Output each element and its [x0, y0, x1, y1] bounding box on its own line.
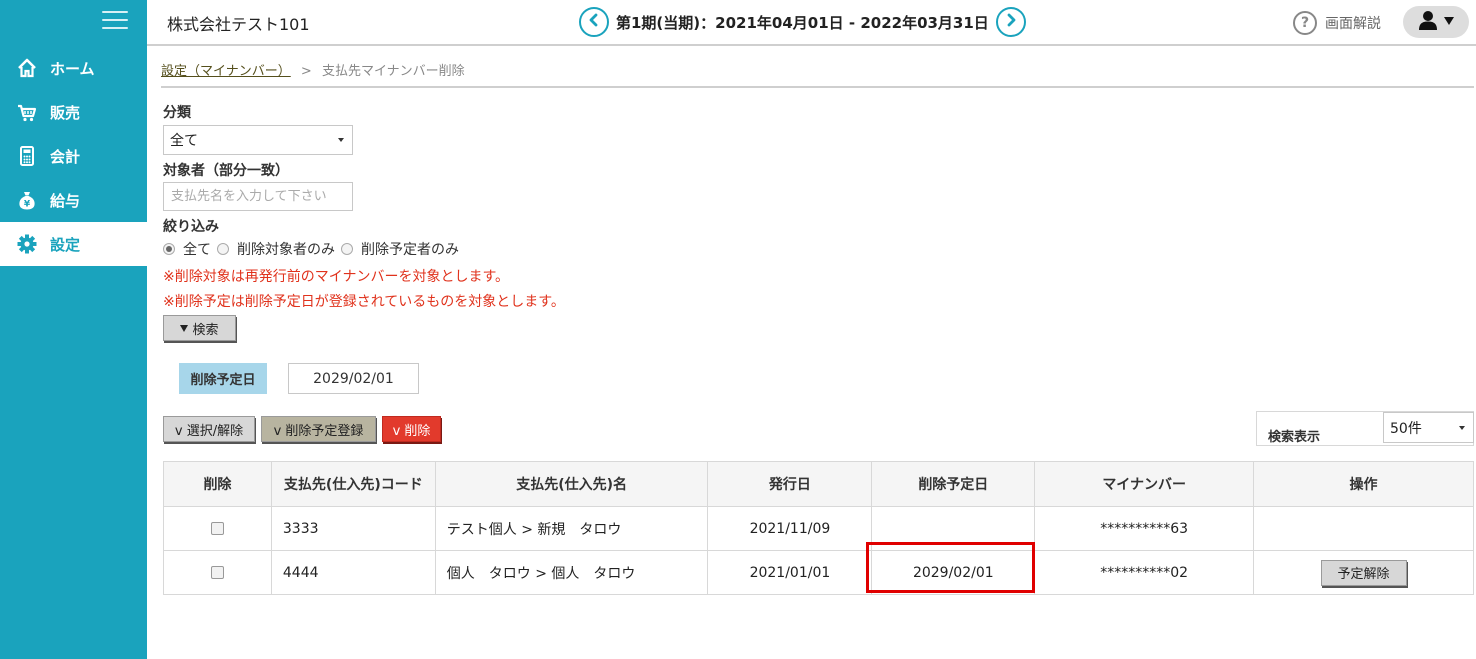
cell-action: [1253, 506, 1474, 551]
cell-name: 個人 タロウ > 個人 タロウ: [434, 550, 709, 595]
next-period-button[interactable]: [995, 7, 1026, 37]
gear-icon: [16, 233, 38, 255]
cell-mynumber: **********02: [1034, 550, 1255, 595]
user-menu-button[interactable]: [1403, 6, 1469, 38]
caret-down-icon: [1443, 14, 1455, 30]
question-mark-icon: ?: [1293, 11, 1317, 35]
column-header-code: 支払先(仕入先)コード: [270, 461, 436, 507]
cell-code: 3333: [270, 506, 436, 551]
user-icon: [1417, 10, 1439, 34]
sidebar-item-label: 会計: [50, 147, 81, 166]
period-selector: 第1期(当期)：2021年04月01日 - 2022年03月31日: [579, 7, 1026, 37]
target-label: 対象者（部分一致）: [163, 163, 289, 179]
scheduled-date-input[interactable]: 2029/02/01: [288, 363, 419, 394]
header: 株式会社テスト101 第1期(当期)：2021年04月01日 - 2022年03…: [147, 0, 1476, 46]
filter-radio-label: 全て: [183, 242, 211, 258]
filter-radio-group: 全て 削除対象者のみ 削除予定者のみ: [163, 239, 465, 259]
home-icon: [16, 57, 38, 79]
category-select[interactable]: 全て: [163, 125, 353, 155]
search-display-box: 検索表示 50件: [1256, 411, 1474, 446]
filter-radio-delete-target[interactable]: [217, 243, 229, 255]
sidebar-item-accounting[interactable]: 会計: [0, 134, 147, 178]
row-checkbox[interactable]: [210, 566, 224, 579]
cancel-schedule-button[interactable]: 予定解除: [1320, 559, 1407, 586]
help-link[interactable]: ? 画面解説: [1293, 11, 1381, 35]
search-button-label: 検索: [192, 322, 219, 338]
previous-period-button[interactable]: [579, 7, 609, 37]
sidebar-item-label: 給与: [50, 191, 81, 210]
mynumber-table: 削除 支払先(仕入先)コード 支払先(仕入先)名 発行日 削除予定日 マイナンバ…: [163, 461, 1474, 595]
filter-radio-label: 削除対象者のみ: [237, 242, 335, 258]
caret-down-icon: [338, 138, 344, 142]
calculator-icon: [16, 145, 38, 167]
triangle-down-icon: [180, 324, 189, 332]
cell-mynumber: **********63: [1034, 506, 1255, 551]
column-header-action: 操作: [1253, 461, 1474, 507]
note-delete-schedule: ※削除予定は削除予定日が登録されているものを対象とします。: [163, 294, 565, 310]
chevron-left-icon: [587, 13, 601, 31]
company-name: 株式会社テスト101: [167, 15, 310, 34]
sidebar: ホーム 販売 会計 ¥ 給与 設定: [0, 0, 147, 659]
table-row: 4444 個人 タロウ > 個人 タロウ 2021/01/01 2029/02/…: [163, 550, 1474, 595]
target-search-input[interactable]: [163, 182, 353, 211]
page-size-value: 50件: [1390, 420, 1422, 437]
cell-scheduled: 2029/02/01: [871, 550, 1036, 595]
sidebar-item-label: ホーム: [50, 59, 95, 78]
scheduled-date-label: 削除予定日: [179, 363, 267, 394]
delete-button[interactable]: v 削除: [382, 416, 441, 442]
column-header-delete: 削除: [163, 461, 272, 507]
filter-label: 絞り込み: [163, 219, 219, 235]
filter-radio-all[interactable]: [163, 243, 175, 255]
breadcrumb-separator: >: [300, 64, 312, 79]
breadcrumb-divider: [161, 86, 1474, 88]
sidebar-item-label: 設定: [50, 235, 81, 254]
column-header-mynumber: マイナンバー: [1034, 461, 1255, 507]
cell-name: テスト個人 > 新規 タロウ: [434, 506, 709, 551]
cell-issued: 2021/11/09: [707, 506, 873, 551]
cell-issued: 2021/01/01: [707, 550, 873, 595]
column-header-issued: 発行日: [707, 461, 873, 507]
sidebar-item-label: 販売: [50, 103, 81, 122]
category-value: 全て: [170, 133, 198, 149]
caret-down-icon: [1459, 425, 1465, 430]
sidebar-item-payroll[interactable]: ¥ 給与: [0, 178, 147, 222]
filter-radio-label: 削除予定者のみ: [361, 242, 459, 258]
breadcrumb: 設定（マイナンバー） > 支払先マイナンバー削除: [161, 60, 465, 79]
table-row: 3333 テスト個人 > 新規 タロウ 2021/11/09 *********…: [163, 506, 1474, 551]
row-select-cell: [163, 506, 272, 551]
search-display-label: 検索表示: [1268, 430, 1321, 445]
cell-code: 4444: [270, 550, 436, 595]
column-header-scheduled: 削除予定日: [871, 461, 1036, 507]
table-header-row: 削除 支払先(仕入先)コード 支払先(仕入先)名 発行日 削除予定日 マイナンバ…: [163, 461, 1474, 507]
select-toggle-button[interactable]: v 選択/解除: [163, 416, 255, 442]
filter-radio-delete-scheduled[interactable]: [341, 243, 353, 255]
sidebar-item-home[interactable]: ホーム: [0, 46, 147, 90]
row-checkbox[interactable]: [210, 522, 224, 535]
sidebar-nav: ホーム 販売 会計 ¥ 給与 設定: [0, 46, 147, 266]
column-header-name: 支払先(仕入先)名: [434, 461, 709, 507]
svg-text:¥: ¥: [24, 200, 31, 210]
page-size-select[interactable]: 50件: [1383, 412, 1474, 443]
hamburger-menu-icon[interactable]: [102, 10, 128, 30]
sidebar-item-settings[interactable]: 設定: [0, 222, 147, 266]
breadcrumb-current: 支払先マイナンバー削除: [321, 64, 465, 79]
cell-scheduled: [871, 506, 1036, 551]
note-delete-target: ※削除対象は再発行前のマイナンバーを対象とします。: [163, 269, 510, 285]
chevron-right-icon: [1004, 13, 1018, 31]
cell-action: 予定解除: [1253, 550, 1474, 595]
period-text: 第1期(当期)：2021年04月01日 - 2022年03月31日: [616, 13, 989, 32]
row-select-cell: [163, 550, 272, 595]
help-label: 画面解説: [1325, 16, 1381, 32]
breadcrumb-parent-link[interactable]: 設定（マイナンバー）: [161, 64, 291, 79]
search-button[interactable]: 検索: [163, 315, 236, 341]
cart-icon: [16, 101, 38, 123]
money-bag-icon: ¥: [16, 189, 38, 211]
register-schedule-button[interactable]: v 削除予定登録: [261, 416, 376, 442]
category-label: 分類: [163, 105, 191, 121]
sidebar-item-sales[interactable]: 販売: [0, 90, 147, 134]
